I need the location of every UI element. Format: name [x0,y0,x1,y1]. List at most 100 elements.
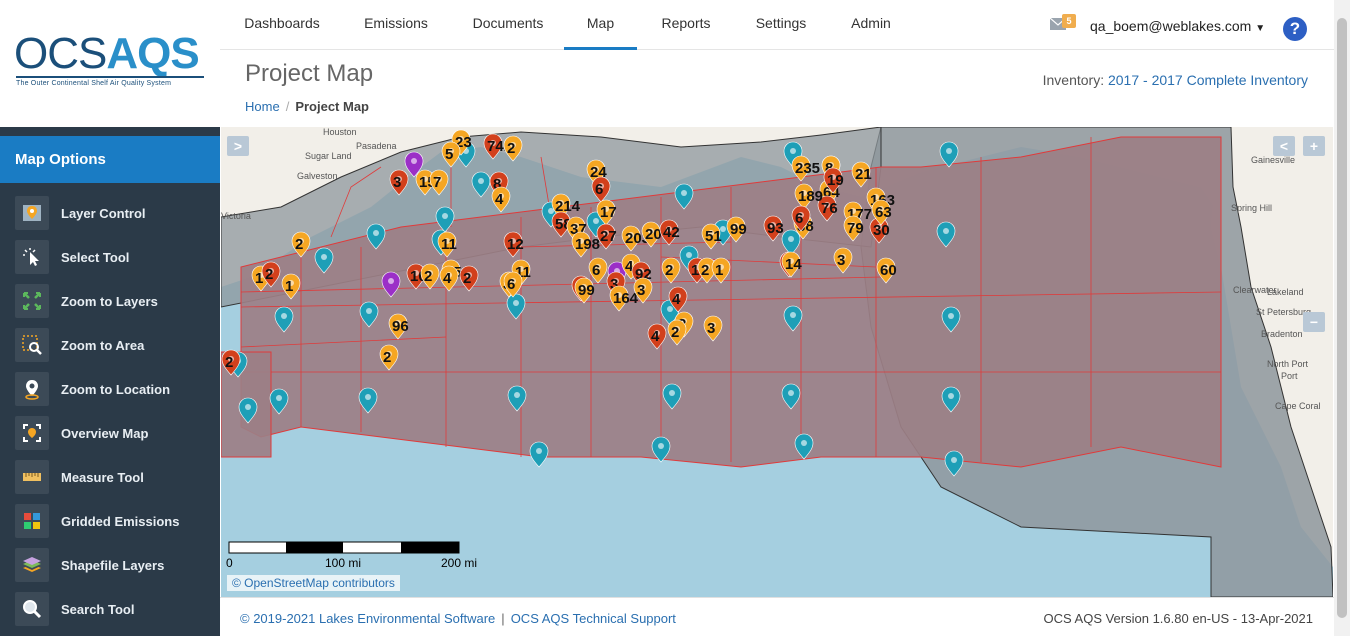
menu-search-tool[interactable]: Search Tool [0,587,220,631]
tab-map[interactable]: Map [564,0,637,50]
version-info: OCS AQS Version 1.6.80 en-US - 13-Apr-20… [1043,611,1313,626]
tab-settings[interactable]: Settings [742,0,820,50]
menu-overview-map[interactable]: Overview Map [0,411,220,455]
menu-shapefile-layers[interactable]: Shapefile Layers [0,543,220,587]
osm-attribution-link[interactable]: © OpenStreetMap contributors [232,576,395,590]
select-cursor-icon [15,240,49,274]
marker-count-label: 21 [855,166,872,183]
marker-count-label: 6 [507,276,515,293]
marker-count-label: 6 [795,210,803,227]
marker-count-label: 11 [441,236,457,253]
user-menu[interactable]: qa_boem@weblakes.com ▼ [1090,18,1265,34]
marker-count-label: 2 [671,324,679,341]
marker-count-label: 17 [600,204,617,221]
menu-measure-tool[interactable]: Measure Tool [0,455,220,499]
ruler-icon [15,460,49,494]
marker-count-label: 2 [463,270,471,287]
page-title: Project Map [245,60,374,87]
inventory-link[interactable]: 2017 - 2017 Complete Inventory [1108,72,1308,88]
menu-layer-control[interactable]: Layer Control [0,191,220,235]
user-email: qa_boem@weblakes.com [1090,18,1252,34]
map-canvas[interactable]: 0 100 mi 200 mi Houston Sugar Land Pasaden… [221,127,1333,597]
place-label: Cape Coral [1275,401,1321,411]
menu-zoom-to-layers[interactable]: Zoom to Layers [0,279,220,323]
logo-aqs: AQS [106,29,199,78]
footer-separator: | [501,611,505,626]
logo-underline [16,76,204,78]
marker-count-label: 4 [672,291,681,308]
menu-label: Search Tool [61,601,135,617]
inventory-label: Inventory: [1042,72,1105,88]
menu-label: Measure Tool [61,469,144,485]
logo[interactable]: OCSAQS The Outer Continental Shelf Air Q… [0,0,220,127]
place-label: Bradenton [1261,329,1303,339]
help-icon[interactable]: ? [1283,17,1307,41]
place-label: Lakeland [1267,287,1304,297]
breadcrumb-current: Project Map [295,99,369,114]
layer-control-icon [15,196,49,230]
magnifier-icon [15,592,49,626]
place-label: Victoria [221,211,251,221]
overview-collapse-button[interactable]: < [1273,136,1295,156]
overview-map-icon [15,416,49,450]
tab-admin[interactable]: Admin [838,0,904,50]
menu-gridded-emissions[interactable]: Gridded Emissions [0,499,220,543]
zoom-out-button[interactable]: − [1303,312,1325,332]
scale-label-100: 100 mi [325,556,361,570]
scale-label-0: 0 [226,556,233,570]
marker-count-label: 3 [837,252,845,269]
marker-count-label: 2 [225,354,233,371]
sidebar: OCSAQS The Outer Continental Shelf Air Q… [0,0,220,636]
marker-count-label: 2 [701,262,709,279]
marker-count-label: 51 [705,228,722,245]
marker-count-label: 27 [600,228,617,245]
marker-count-label: 99 [730,221,747,238]
marker-count-label: 1 [715,262,723,279]
footer-links: © 2019-2021 Lakes Environmental Software… [240,611,676,626]
breadcrumb-home[interactable]: Home [245,99,280,114]
menu-zoom-to-location[interactable]: Zoom to Location [0,367,220,411]
project-map[interactable]: 0 100 mi 200 mi Houston Sugar Land Pasaden… [221,127,1333,597]
marker-count-label: 19 [827,172,844,189]
scrollbar-thumb[interactable] [1337,18,1347,618]
menu-label: Gridded Emissions [61,513,180,529]
support-link[interactable]: OCS AQS Technical Support [511,611,676,626]
tab-documents[interactable]: Documents [462,0,554,50]
tab-dashboards[interactable]: Dashboards [234,0,330,50]
place-label: Port [1281,371,1298,381]
map-attribution: © OpenStreetMap contributors [227,575,400,591]
page-scrollbar[interactable] [1334,0,1350,636]
zoom-area-icon [15,328,49,362]
menu-label: Zoom to Layers [61,293,158,309]
marker-count-label: 20 [645,226,662,243]
marker-count-label: 2 [265,266,273,283]
top-navigation: Dashboards Emissions Documents Map Repor… [220,0,1334,50]
marker-count-label: 198 [575,236,600,253]
menu-zoom-to-area[interactable]: Zoom to Area [0,323,220,367]
inventory-info: Inventory: 2017 - 2017 Complete Inventor… [1043,72,1308,88]
marker-count-label: 14 [785,256,802,273]
marker-count-label: 79 [847,220,864,237]
layers-stack-icon [15,548,49,582]
place-label: Gainesville [1251,155,1295,165]
marker-count-label: 2 [383,349,391,366]
tab-reports[interactable]: Reports [650,0,722,50]
zoom-in-button[interactable]: + [1303,136,1325,156]
marker-count-label: 4 [495,191,504,208]
marker-count-label: 2 [424,268,432,285]
marker-count-label: 93 [767,220,784,237]
map-toggle-button[interactable]: > [227,136,249,156]
marker-count-label: 3 [393,174,401,191]
menu-label: Shapefile Layers [61,557,165,573]
marker-count-label: 4 [443,270,452,287]
marker-count-label: 189 [798,188,823,205]
menu-select-tool[interactable]: Select Tool [0,235,220,279]
location-pin-icon [15,372,49,406]
map-options-header[interactable]: Map Options [0,136,220,183]
menu-label: Zoom to Location [61,381,171,397]
zoom-layers-icon [15,284,49,318]
marker-count-label: 5 [445,146,453,163]
logo-tagline: The Outer Continental Shelf Air Quality … [16,80,172,87]
copyright-link[interactable]: © 2019-2021 Lakes Environmental Software [240,611,495,626]
tab-emissions[interactable]: Emissions [350,0,442,50]
